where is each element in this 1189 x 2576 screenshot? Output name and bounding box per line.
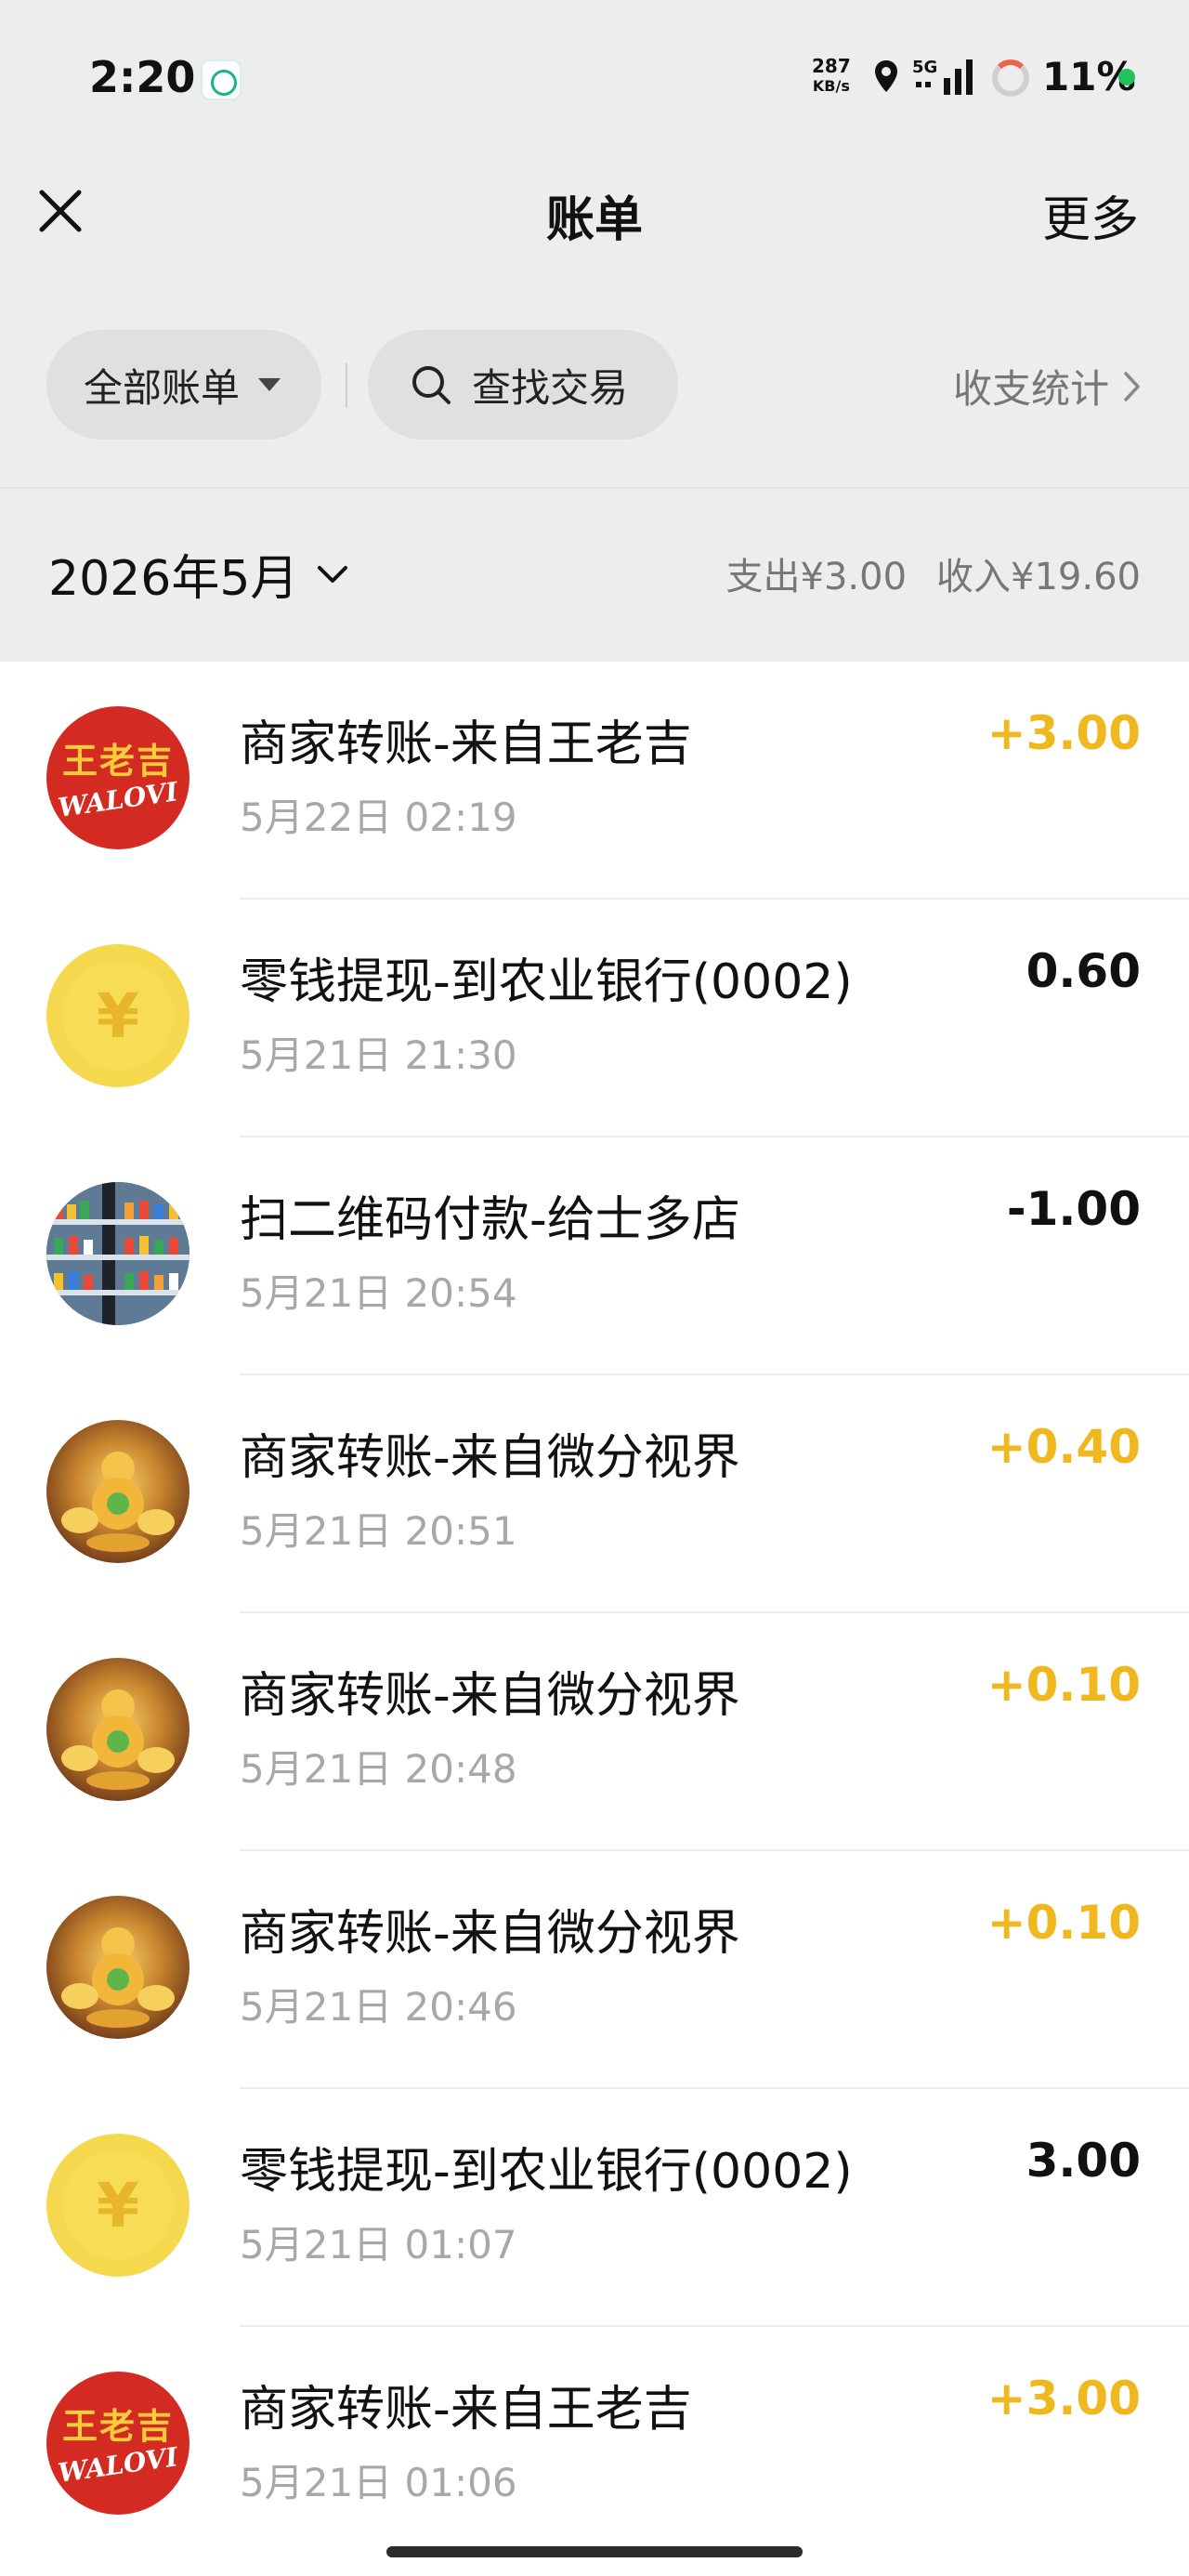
transaction-row[interactable]: 王老吉 WALOVI 商家转账-来自王老吉 5月22日 02:19 +3.00: [0, 662, 1189, 900]
expense-total: 支出¥3.00: [725, 556, 908, 598]
location-icon: [875, 60, 897, 92]
filter-bar: 全部账单 查找交易 收支统计: [0, 330, 1189, 441]
gold-gourd-image: [61, 1689, 175, 1790]
transaction-amount: +0.40: [986, 1420, 1141, 1474]
transaction-time: 5月21日 20:54: [240, 1270, 517, 1316]
month-summary-bar: 2026年5月 支出¥3.00 收入¥19.60: [0, 489, 1189, 662]
gold-gourd-avatar: [46, 1658, 189, 1801]
network-speed: 287 KB/s: [812, 56, 851, 97]
network-speed-unit: KB/s: [812, 77, 850, 95]
wanglaoji-logo-avatar: 王老吉 WALOVI: [46, 706, 189, 849]
income-expense-stats-link[interactable]: 收支统计: [953, 358, 1141, 414]
month-label: 2026年5月: [48, 551, 299, 607]
transaction-row[interactable]: 商家转账-来自微分视界 5月21日 20:51 +0.40: [0, 1375, 1189, 1613]
wanglaoji-logo-avatar: 王老吉 WALOVI: [46, 2372, 189, 2515]
transaction-amount: +0.10: [986, 1896, 1141, 1950]
yuan-coin-icon: ¥: [63, 2150, 173, 2260]
transaction-amount: 0.60: [1026, 944, 1141, 998]
chevron-down-icon: [318, 565, 348, 583]
signal-5g-icon: 5G: [912, 58, 973, 95]
transaction-time: 5月22日 02:19: [240, 795, 517, 840]
all-bills-dropdown[interactable]: 全部账单: [46, 330, 321, 440]
gold-gourd-avatar: [46, 1896, 189, 2039]
gold-gourd-avatar: [46, 1420, 189, 1563]
shop-shelves-image: [46, 1182, 189, 1325]
transaction-title: 商家转账-来自王老吉: [240, 2382, 692, 2438]
gold-gourd-image: [61, 1452, 175, 1552]
status-time: 2:20: [89, 52, 196, 102]
transaction-amount: 3.00: [1026, 2134, 1141, 2188]
transaction-title: 商家转账-来自微分视界: [240, 1906, 740, 1962]
all-bills-label: 全部账单: [84, 364, 241, 411]
caret-down-icon: [258, 378, 281, 391]
transaction-amount: +0.10: [986, 1658, 1141, 1712]
transaction-row[interactable]: ¥ 零钱提现-到农业银行(0002) 5月21日 21:30 0.60: [0, 900, 1189, 1137]
transaction-title: 商家转账-来自微分视界: [240, 1668, 740, 1724]
transaction-time: 5月21日 20:51: [240, 1508, 517, 1554]
transaction-time: 5月21日 20:46: [240, 1984, 517, 2030]
transaction-title: 零钱提现-到农业银行(0002): [240, 2144, 853, 2200]
network-speed-value: 287: [812, 55, 851, 77]
transaction-title: 零钱提现-到农业银行(0002): [240, 954, 853, 1010]
yuan-coin-avatar: ¥: [46, 2134, 189, 2277]
logo-text-cn: 王老吉: [61, 739, 174, 782]
transaction-amount: +3.00: [986, 706, 1141, 760]
transaction-row[interactable]: 商家转账-来自微分视界 5月21日 20:46 +0.10: [0, 1851, 1189, 2089]
transaction-time: 5月21日 01:07: [240, 2222, 517, 2267]
gold-gourd-image: [61, 1927, 175, 2028]
income-total: 收入¥19.60: [936, 556, 1141, 598]
status-bar: 2:20 287 KB/s 5G 11%: [0, 0, 1189, 139]
transaction-row[interactable]: 王老吉 WALOVI 商家转账-来自王老吉 5月21日 01:06 +3.00: [0, 2327, 1189, 2565]
nav-bar: 账单 更多: [0, 158, 1189, 269]
logo-text-cn: 王老吉: [61, 2404, 174, 2447]
page-title: 账单: [545, 192, 643, 248]
transaction-title: 扫二维码付款-给士多店: [240, 1192, 740, 1248]
search-icon: [412, 366, 451, 404]
yuan-coin-icon: ¥: [63, 961, 173, 1071]
transaction-time: 5月21日 01:06: [240, 2460, 517, 2505]
signal-label: 5G: [912, 58, 937, 77]
transaction-title: 商家转账-来自王老吉: [240, 716, 692, 772]
app-notification-icon: [201, 59, 242, 100]
transaction-amount: +3.00: [986, 2372, 1141, 2425]
transaction-row[interactable]: ¥ 零钱提现-到农业银行(0002) 5月21日 01:07 3.00: [0, 2089, 1189, 2327]
transaction-list: 王老吉 WALOVI 商家转账-来自王老吉 5月22日 02:19 +3.00 …: [0, 662, 1189, 2576]
month-totals: 支出¥3.00 收入¥19.60: [726, 546, 1141, 600]
stats-label: 收支统计: [952, 366, 1109, 412]
transaction-time: 5月21日 20:48: [240, 1746, 517, 1792]
more-button[interactable]: 更多: [1042, 180, 1139, 250]
chevron-right-icon: [1124, 371, 1140, 401]
charging-dot-icon: [1118, 69, 1135, 85]
logo-text-en: WALOVI: [56, 2440, 180, 2489]
transaction-title: 商家转账-来自微分视界: [240, 1430, 740, 1486]
battery-ring-icon: [992, 59, 1029, 97]
yuan-coin-avatar: ¥: [46, 944, 189, 1087]
shop-photo-avatar: [46, 1182, 189, 1325]
transaction-time: 5月21日 21:30: [240, 1032, 517, 1078]
filter-divider: [346, 363, 347, 408]
logo-text-en: WALOVI: [56, 775, 180, 823]
transaction-amount: -1.00: [1006, 1182, 1141, 1236]
transaction-row[interactable]: 扫二维码付款-给士多店 5月21日 20:54 -1.00: [0, 1137, 1189, 1375]
home-indicator[interactable]: [386, 2546, 803, 2557]
month-selector[interactable]: 2026年5月: [48, 539, 348, 609]
search-transactions-button[interactable]: 查找交易: [368, 330, 678, 440]
transaction-row[interactable]: 商家转账-来自微分视界 5月21日 20:48 +0.10: [0, 1613, 1189, 1851]
search-transactions-label: 查找交易: [472, 364, 629, 411]
